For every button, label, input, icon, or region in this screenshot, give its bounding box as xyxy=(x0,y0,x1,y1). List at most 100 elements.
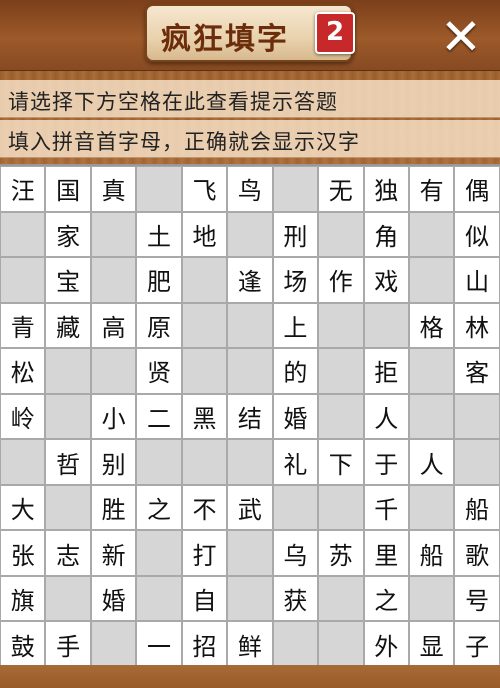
grid-cell-blank[interactable] xyxy=(272,484,319,531)
grid-cell[interactable]: 招 xyxy=(181,621,228,668)
grid-cell[interactable]: 婚 xyxy=(272,393,319,440)
grid-cell[interactable]: 偶 xyxy=(454,166,500,212)
grid-cell[interactable]: 高 xyxy=(90,302,137,349)
grid-cell-blank[interactable] xyxy=(227,439,273,485)
grid-cell[interactable]: 作 xyxy=(318,257,364,303)
grid-cell-blank[interactable] xyxy=(136,530,182,576)
grid-cell-blank[interactable] xyxy=(318,393,364,440)
grid-cell[interactable]: 似 xyxy=(454,211,500,258)
grid-cell-blank[interactable] xyxy=(90,211,137,258)
grid-cell-blank[interactable] xyxy=(45,348,91,394)
grid-cell-blank[interactable] xyxy=(45,393,91,440)
grid-cell-blank[interactable] xyxy=(408,484,455,531)
grid-cell[interactable]: 武 xyxy=(227,484,273,531)
grid-cell[interactable]: 之 xyxy=(136,484,182,531)
grid-cell[interactable]: 于 xyxy=(363,439,409,485)
grid-cell[interactable]: 鼓 xyxy=(0,621,46,668)
grid-cell[interactable]: 志 xyxy=(45,530,91,576)
grid-cell[interactable]: 上 xyxy=(272,302,319,349)
grid-cell[interactable]: 藏 xyxy=(45,302,91,349)
grid-cell-blank[interactable] xyxy=(45,575,91,622)
grid-cell-blank[interactable] xyxy=(408,348,455,394)
grid-cell[interactable]: 真 xyxy=(90,166,137,212)
grid-cell[interactable]: 的 xyxy=(272,348,319,394)
grid-cell[interactable]: 新 xyxy=(90,530,137,576)
grid-cell-blank[interactable] xyxy=(363,302,409,349)
grid-cell[interactable]: 角 xyxy=(363,211,409,258)
grid-cell-blank[interactable] xyxy=(318,211,364,258)
grid-cell[interactable]: 船 xyxy=(454,484,500,531)
grid-cell[interactable]: 里 xyxy=(363,530,409,576)
grid-cell[interactable]: 子 xyxy=(454,621,500,668)
grid-cell-blank[interactable] xyxy=(318,621,364,668)
grid-cell[interactable]: 青 xyxy=(0,302,46,349)
grid-cell[interactable]: 国 xyxy=(45,166,91,212)
grid-cell[interactable]: 独 xyxy=(363,166,409,212)
grid-cell-blank[interactable] xyxy=(181,439,228,485)
grid-cell[interactable]: 宝 xyxy=(45,257,91,303)
grid-cell[interactable]: 号 xyxy=(454,575,500,622)
grid-cell-blank[interactable] xyxy=(318,575,364,622)
grid-cell[interactable]: 别 xyxy=(90,439,137,485)
grid-cell[interactable]: 手 xyxy=(45,621,91,668)
grid-cell-blank[interactable] xyxy=(136,439,182,485)
grid-cell[interactable]: 客 xyxy=(454,348,500,394)
grid-cell[interactable]: 山 xyxy=(454,257,500,303)
grid-cell-blank[interactable] xyxy=(227,530,273,576)
grid-cell-blank[interactable] xyxy=(0,257,46,303)
grid-cell-blank[interactable] xyxy=(272,621,319,668)
grid-cell[interactable]: 林 xyxy=(454,302,500,349)
grid-cell[interactable]: 人 xyxy=(408,439,455,485)
grid-cell[interactable]: 不 xyxy=(181,484,228,531)
grid-cell[interactable]: 刑 xyxy=(272,211,319,258)
grid-cell[interactable]: 贤 xyxy=(136,348,182,394)
grid-cell[interactable]: 显 xyxy=(408,621,455,668)
grid-cell[interactable]: 打 xyxy=(181,530,228,576)
grid-cell[interactable]: 家 xyxy=(45,211,91,258)
grid-cell[interactable]: 之 xyxy=(363,575,409,622)
grid-cell[interactable]: 礼 xyxy=(272,439,319,485)
grid-cell[interactable]: 下 xyxy=(318,439,364,485)
grid-cell[interactable]: 张 xyxy=(0,530,46,576)
grid-cell[interactable]: 苏 xyxy=(318,530,364,576)
grid-cell[interactable]: 肥 xyxy=(136,257,182,303)
grid-cell[interactable]: 场 xyxy=(272,257,319,303)
grid-cell[interactable]: 人 xyxy=(363,393,409,440)
grid-cell[interactable]: 松 xyxy=(0,348,46,394)
grid-cell-blank[interactable] xyxy=(408,211,455,258)
grid-cell-blank[interactable] xyxy=(318,484,364,531)
grid-cell[interactable]: 原 xyxy=(136,302,182,349)
grid-cell-blank[interactable] xyxy=(227,575,273,622)
grid-cell-blank[interactable] xyxy=(181,257,228,303)
grid-cell[interactable]: 汪 xyxy=(0,166,46,212)
grid-cell[interactable]: 获 xyxy=(272,575,319,622)
grid-cell-blank[interactable] xyxy=(318,348,364,394)
grid-cell[interactable]: 胜 xyxy=(90,484,137,531)
grid-cell[interactable]: 结 xyxy=(227,393,273,440)
grid-cell[interactable]: 一 xyxy=(136,621,182,668)
grid-cell[interactable]: 哲 xyxy=(45,439,91,485)
grid-cell-blank[interactable] xyxy=(136,166,182,212)
grid-cell-blank[interactable] xyxy=(227,211,273,258)
grid-cell[interactable]: 船 xyxy=(408,530,455,576)
grid-cell[interactable]: 地 xyxy=(181,211,228,258)
grid-cell-blank[interactable] xyxy=(408,393,455,440)
grid-cell[interactable]: 自 xyxy=(181,575,228,622)
grid-cell-blank[interactable] xyxy=(136,575,182,622)
grid-cell[interactable]: 鲜 xyxy=(227,621,273,668)
grid-cell[interactable]: 大 xyxy=(0,484,46,531)
grid-cell-blank[interactable] xyxy=(408,575,455,622)
grid-cell[interactable]: 旗 xyxy=(0,575,46,622)
grid-cell[interactable]: 无 xyxy=(318,166,364,212)
grid-cell[interactable]: 土 xyxy=(136,211,182,258)
grid-cell[interactable]: 逢 xyxy=(227,257,273,303)
grid-cell[interactable]: 戏 xyxy=(363,257,409,303)
grid-cell[interactable]: 鸟 xyxy=(227,166,273,212)
grid-cell-blank[interactable] xyxy=(90,621,137,668)
grid-cell-blank[interactable] xyxy=(45,484,91,531)
grid-cell[interactable]: 婚 xyxy=(90,575,137,622)
grid-cell-blank[interactable] xyxy=(272,166,319,212)
grid-cell[interactable]: 黑 xyxy=(181,393,228,440)
grid-cell[interactable]: 二 xyxy=(136,393,182,440)
grid-cell-blank[interactable] xyxy=(454,439,500,485)
